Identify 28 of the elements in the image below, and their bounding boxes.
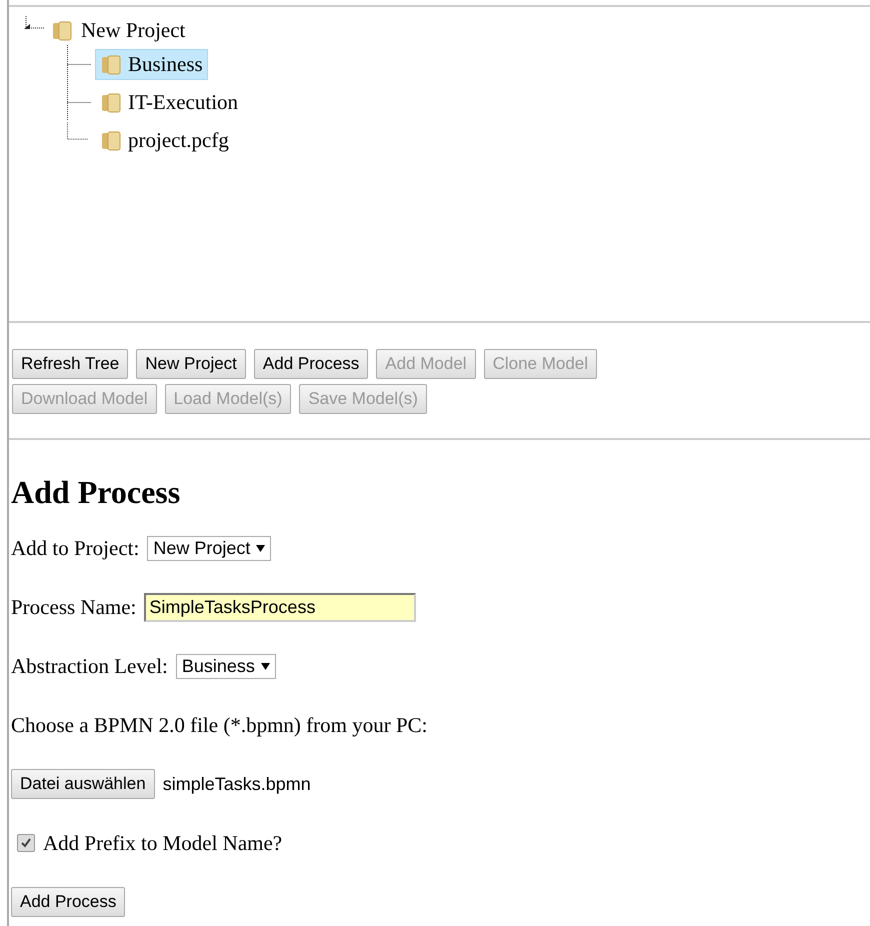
file-prompt: Choose a BPMN 2.0 file (*.bpmn) from your PC: — [11, 712, 428, 738]
process-name-field[interactable]: SimpleTasksProcess — [144, 592, 416, 622]
section-heading: Add Process — [11, 474, 182, 511]
folder-icon — [100, 91, 122, 113]
tree-node[interactable]: IT-Execution — [95, 86, 244, 118]
choose-file-button[interactable]: Datei auswählen — [11, 769, 155, 799]
field-label: Abstraction Level: — [11, 654, 168, 678]
folder-icon — [51, 19, 73, 41]
toolbar-button[interactable]: New Project — [136, 349, 246, 379]
prefix-checkbox[interactable] — [17, 834, 35, 852]
folder-icon — [100, 53, 122, 75]
dropdown-arrow-icon — [256, 544, 266, 552]
toolbar-button[interactable]: Add Process — [254, 349, 368, 379]
checkbox-label: Add Prefix to Model Name? — [43, 830, 282, 856]
file-name: simpleTasks.bpmn — [162, 774, 311, 794]
toolbar-button[interactable]: Refresh Tree — [12, 349, 128, 379]
field-label: Process Name: — [11, 594, 136, 620]
dropdown-arrow-icon — [260, 662, 270, 670]
abstraction-level-dropdown[interactable]: Business — [176, 654, 276, 678]
expand-arrow-icon[interactable] — [23, 16, 45, 30]
checkmark-icon — [20, 837, 32, 849]
field-label: Add to Project: — [11, 536, 140, 560]
tree-node[interactable]: project.pcfg — [95, 124, 234, 156]
tree-node[interactable]: Business — [95, 48, 208, 80]
project-dropdown[interactable]: New Project — [147, 536, 272, 560]
folder-icon — [100, 129, 122, 151]
tree-node[interactable]: New Project — [79, 18, 188, 42]
add-process-button[interactable]: Add Process — [11, 887, 126, 917]
